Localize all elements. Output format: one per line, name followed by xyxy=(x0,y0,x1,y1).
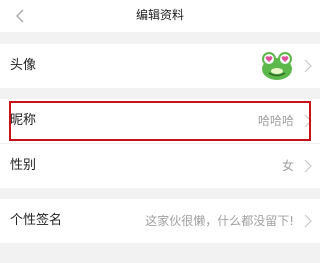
avatar-label: 头像 xyxy=(10,58,37,73)
frog-avatar-icon xyxy=(260,50,294,82)
gender-value: 女 xyxy=(281,159,294,173)
nav-bar: 编辑资料 xyxy=(0,0,320,32)
chevron-right-icon xyxy=(304,214,312,228)
signature-value: 这家伙很懒，什么都没留下! xyxy=(145,214,294,228)
chevron-right-icon xyxy=(304,159,312,173)
page-title: 编辑资料 xyxy=(135,8,184,22)
nickname-value: 哈哈哈 xyxy=(257,114,294,128)
chevron-right-icon xyxy=(304,114,312,128)
gender-row[interactable]: 性别 女 xyxy=(0,144,320,188)
signature-row[interactable]: 个性签名 这家伙很懒，什么都没留下! xyxy=(0,199,320,243)
nickname-label: 昵称 xyxy=(10,113,37,128)
chevron-right-icon xyxy=(304,59,312,73)
avatar-row[interactable]: 头像 xyxy=(0,44,320,88)
nickname-row[interactable]: 昵称 哈哈哈 xyxy=(0,99,320,143)
signature-label: 个性签名 xyxy=(10,213,63,228)
gender-label: 性别 xyxy=(10,158,37,173)
